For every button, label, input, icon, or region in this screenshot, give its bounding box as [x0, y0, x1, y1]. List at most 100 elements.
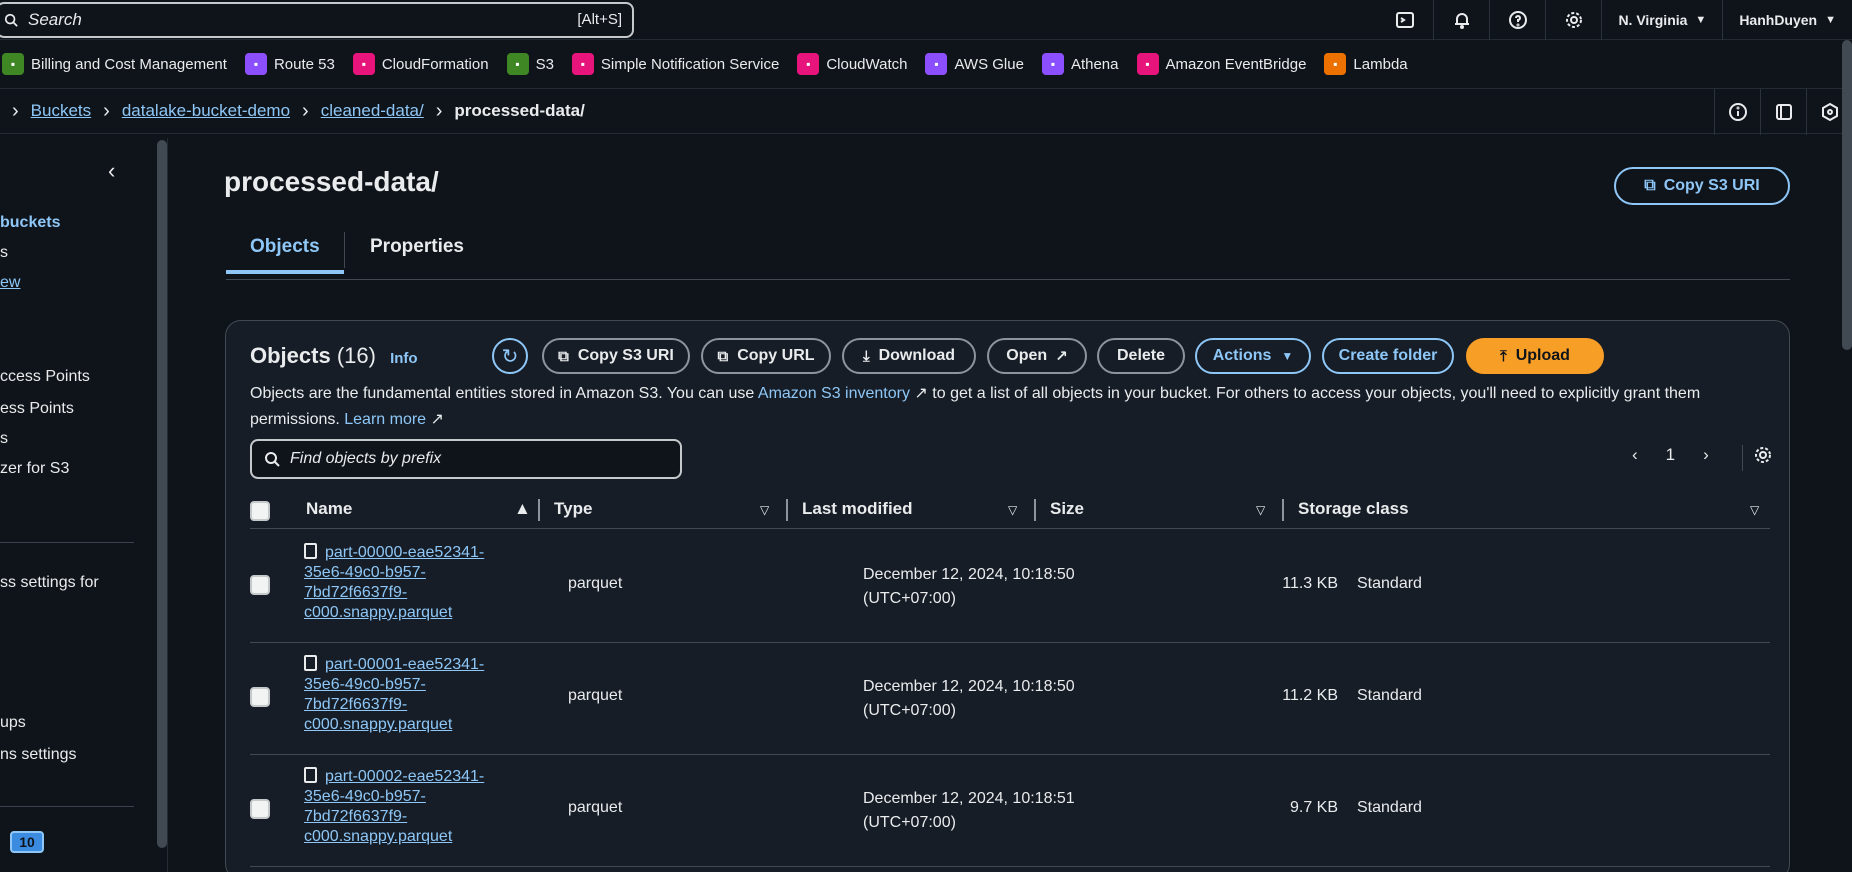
- refresh-button[interactable]: ↻: [492, 338, 528, 374]
- breadcrumb-bucket[interactable]: datalake-bucket-demo: [122, 101, 290, 121]
- column-header-type[interactable]: Type: [554, 499, 592, 519]
- storage-class: Standard: [1357, 575, 1422, 592]
- objects-count: (16): [336, 343, 376, 368]
- copy-url-button[interactable]: ⧉ Copy URL: [701, 338, 831, 374]
- row-checkbox[interactable]: [250, 575, 270, 595]
- object-name-cell: part-00001-eae52341-35e6-49c0-b957-7bd72…: [304, 655, 524, 735]
- sort-icon[interactable]: ▽: [1256, 503, 1265, 517]
- sidebar-item-buckets[interactable]: buckets: [0, 214, 60, 232]
- column-label: Size: [1050, 499, 1085, 518]
- sort-icon[interactable]: ▽: [1008, 503, 1017, 517]
- upload-icon: ⤒: [1500, 347, 1507, 365]
- sidebar-item-1[interactable]: s: [0, 244, 8, 262]
- info-link[interactable]: Info: [390, 350, 418, 367]
- notifications-icon[interactable]: [1433, 0, 1489, 40]
- page-number[interactable]: 1: [1666, 445, 1675, 465]
- favorite-item[interactable]: ▪ S3: [506, 53, 554, 75]
- info-icon[interactable]: [1714, 89, 1760, 135]
- sort-icon[interactable]: ▽: [760, 503, 769, 517]
- copy-icon: ⧉: [717, 347, 729, 365]
- column-header-name[interactable]: Name: [306, 499, 352, 519]
- prev-page-icon[interactable]: ‹: [1632, 445, 1638, 465]
- favorite-item[interactable]: ▪ Route 53: [244, 53, 335, 75]
- last-modified-cell: December 12, 2024, 10:18:51 (UTC+07:00): [863, 787, 1075, 835]
- favorite-item[interactable]: ▪ CloudFormation: [352, 53, 489, 75]
- sidebar-item-2[interactable]: ew: [0, 274, 20, 292]
- search-placeholder: Search: [28, 10, 82, 29]
- upload-button[interactable]: ⤒ Upload: [1466, 338, 1604, 374]
- tab-properties[interactable]: Properties: [370, 236, 464, 258]
- sidebar-item-access-analyzer[interactable]: zer for S3: [0, 460, 69, 478]
- favorite-item[interactable]: ▪ Simple Notification Service: [571, 53, 779, 75]
- delete-button[interactable]: Delete: [1097, 338, 1185, 374]
- breadcrumb: › Buckets › datalake-bucket-demo › cleaned-…: [0, 88, 1852, 135]
- favorite-item[interactable]: ▪ AWS Glue: [925, 53, 1024, 75]
- favorite-item[interactable]: ▪ CloudWatch: [797, 53, 907, 75]
- sidebar-item-8[interactable]: ups: [0, 714, 26, 732]
- timezone: (UTC+07:00): [863, 814, 956, 831]
- actions-dropdown[interactable]: Actions ▼: [1195, 338, 1311, 374]
- s3-inventory-link[interactable]: Amazon S3 inventory: [758, 385, 910, 402]
- copy-s3-uri-button[interactable]: ⧉ Copy S3 URI: [542, 338, 690, 374]
- collapse-sidebar-icon[interactable]: ‹: [108, 158, 115, 184]
- page-scrollbar[interactable]: [1842, 40, 1852, 350]
- row-checkbox[interactable]: [250, 687, 270, 707]
- breadcrumb-buckets[interactable]: Buckets: [31, 101, 91, 121]
- create-folder-button[interactable]: Create folder: [1322, 338, 1454, 374]
- copy-url-label: Copy URL: [737, 347, 815, 364]
- column-label: Last modified: [802, 499, 913, 518]
- sidebar-item-object-lambda-access-points[interactable]: ess Points: [0, 400, 74, 418]
- copy-s3-uri-label: Copy S3 URI: [577, 347, 674, 364]
- tab-objects[interactable]: Objects: [226, 236, 344, 274]
- copy-s3-uri-button[interactable]: ⧉ Copy S3 URI: [1614, 167, 1790, 205]
- select-all-checkbox[interactable]: [250, 501, 270, 521]
- sidebar-scrollbar[interactable]: [157, 140, 167, 848]
- sidebar-item-9[interactable]: ns settings: [0, 746, 76, 764]
- object-name-link[interactable]: part-00002-eae52341-35e6-49c0-b957-7bd72…: [304, 768, 484, 845]
- service-icon: ▪: [352, 53, 375, 75]
- object-size: 11.2 KB: [1282, 687, 1338, 704]
- notification-badge: 10: [10, 831, 44, 853]
- sidebar-item-5[interactable]: s: [0, 430, 8, 448]
- help-icon[interactable]: [1489, 0, 1545, 40]
- favorite-item[interactable]: ▪ Amazon EventBridge: [1136, 53, 1307, 75]
- search-icon: [4, 13, 18, 27]
- breadcrumb-folder[interactable]: cleaned-data/: [321, 101, 424, 121]
- search-bar[interactable]: Search [Alt+S]: [0, 2, 634, 38]
- download-button[interactable]: ⤓ Download: [842, 338, 976, 374]
- cloudshell-icon[interactable]: [1377, 0, 1433, 40]
- column-header-storage-class[interactable]: Storage class: [1298, 499, 1409, 519]
- favorite-item[interactable]: ▪ Lambda: [1324, 53, 1408, 75]
- region-selector[interactable]: N. Virginia ▼: [1601, 0, 1722, 40]
- settings-gear-icon[interactable]: [1545, 0, 1601, 40]
- table-preferences-gear-icon[interactable]: [1742, 445, 1771, 471]
- copy-icon: ⧉: [1644, 177, 1656, 194]
- favorite-item[interactable]: ▪ Athena: [1041, 53, 1119, 75]
- file-icon: [304, 767, 317, 783]
- sort-icon[interactable]: ▽: [1750, 503, 1759, 517]
- favorite-label: Amazon EventBridge: [1165, 55, 1307, 73]
- open-button[interactable]: Open ↗: [987, 338, 1087, 374]
- object-name-link[interactable]: part-00000-eae52341-35e6-49c0-b957-7bd72…: [304, 544, 484, 621]
- side-panel-icon[interactable]: [1760, 89, 1806, 135]
- find-objects-input[interactable]: Find objects by prefix: [250, 439, 682, 479]
- column-header-last-modified[interactable]: Last modified: [802, 499, 913, 519]
- favorite-label: CloudWatch: [826, 55, 908, 73]
- row-checkbox[interactable]: [250, 799, 270, 819]
- sidebar-item-access-points[interactable]: ccess Points: [0, 368, 90, 386]
- account-menu[interactable]: HanhDuyen ▼: [1722, 0, 1852, 40]
- column-header-size[interactable]: Size: [1050, 499, 1084, 519]
- sidebar-item-block-public-access[interactable]: ss settings for: [0, 574, 99, 592]
- caret-down-icon: ▼: [1281, 349, 1294, 363]
- favorite-item[interactable]: ▪ Billing and Cost Management: [2, 53, 227, 75]
- external-link-icon: ↗: [909, 385, 928, 402]
- next-page-icon[interactable]: ›: [1703, 445, 1709, 465]
- region-label: N. Virginia: [1618, 12, 1688, 28]
- sort-ascending-icon[interactable]: ▲: [514, 499, 531, 519]
- object-name-cell: part-00002-eae52341-35e6-49c0-b957-7bd72…: [304, 767, 524, 847]
- column-label: Storage class: [1298, 499, 1409, 518]
- object-size: 11.3 KB: [1282, 575, 1338, 592]
- download-label: Download: [878, 347, 956, 364]
- learn-more-link[interactable]: Learn more: [344, 411, 426, 428]
- object-name-link[interactable]: part-00001-eae52341-35e6-49c0-b957-7bd72…: [304, 656, 484, 733]
